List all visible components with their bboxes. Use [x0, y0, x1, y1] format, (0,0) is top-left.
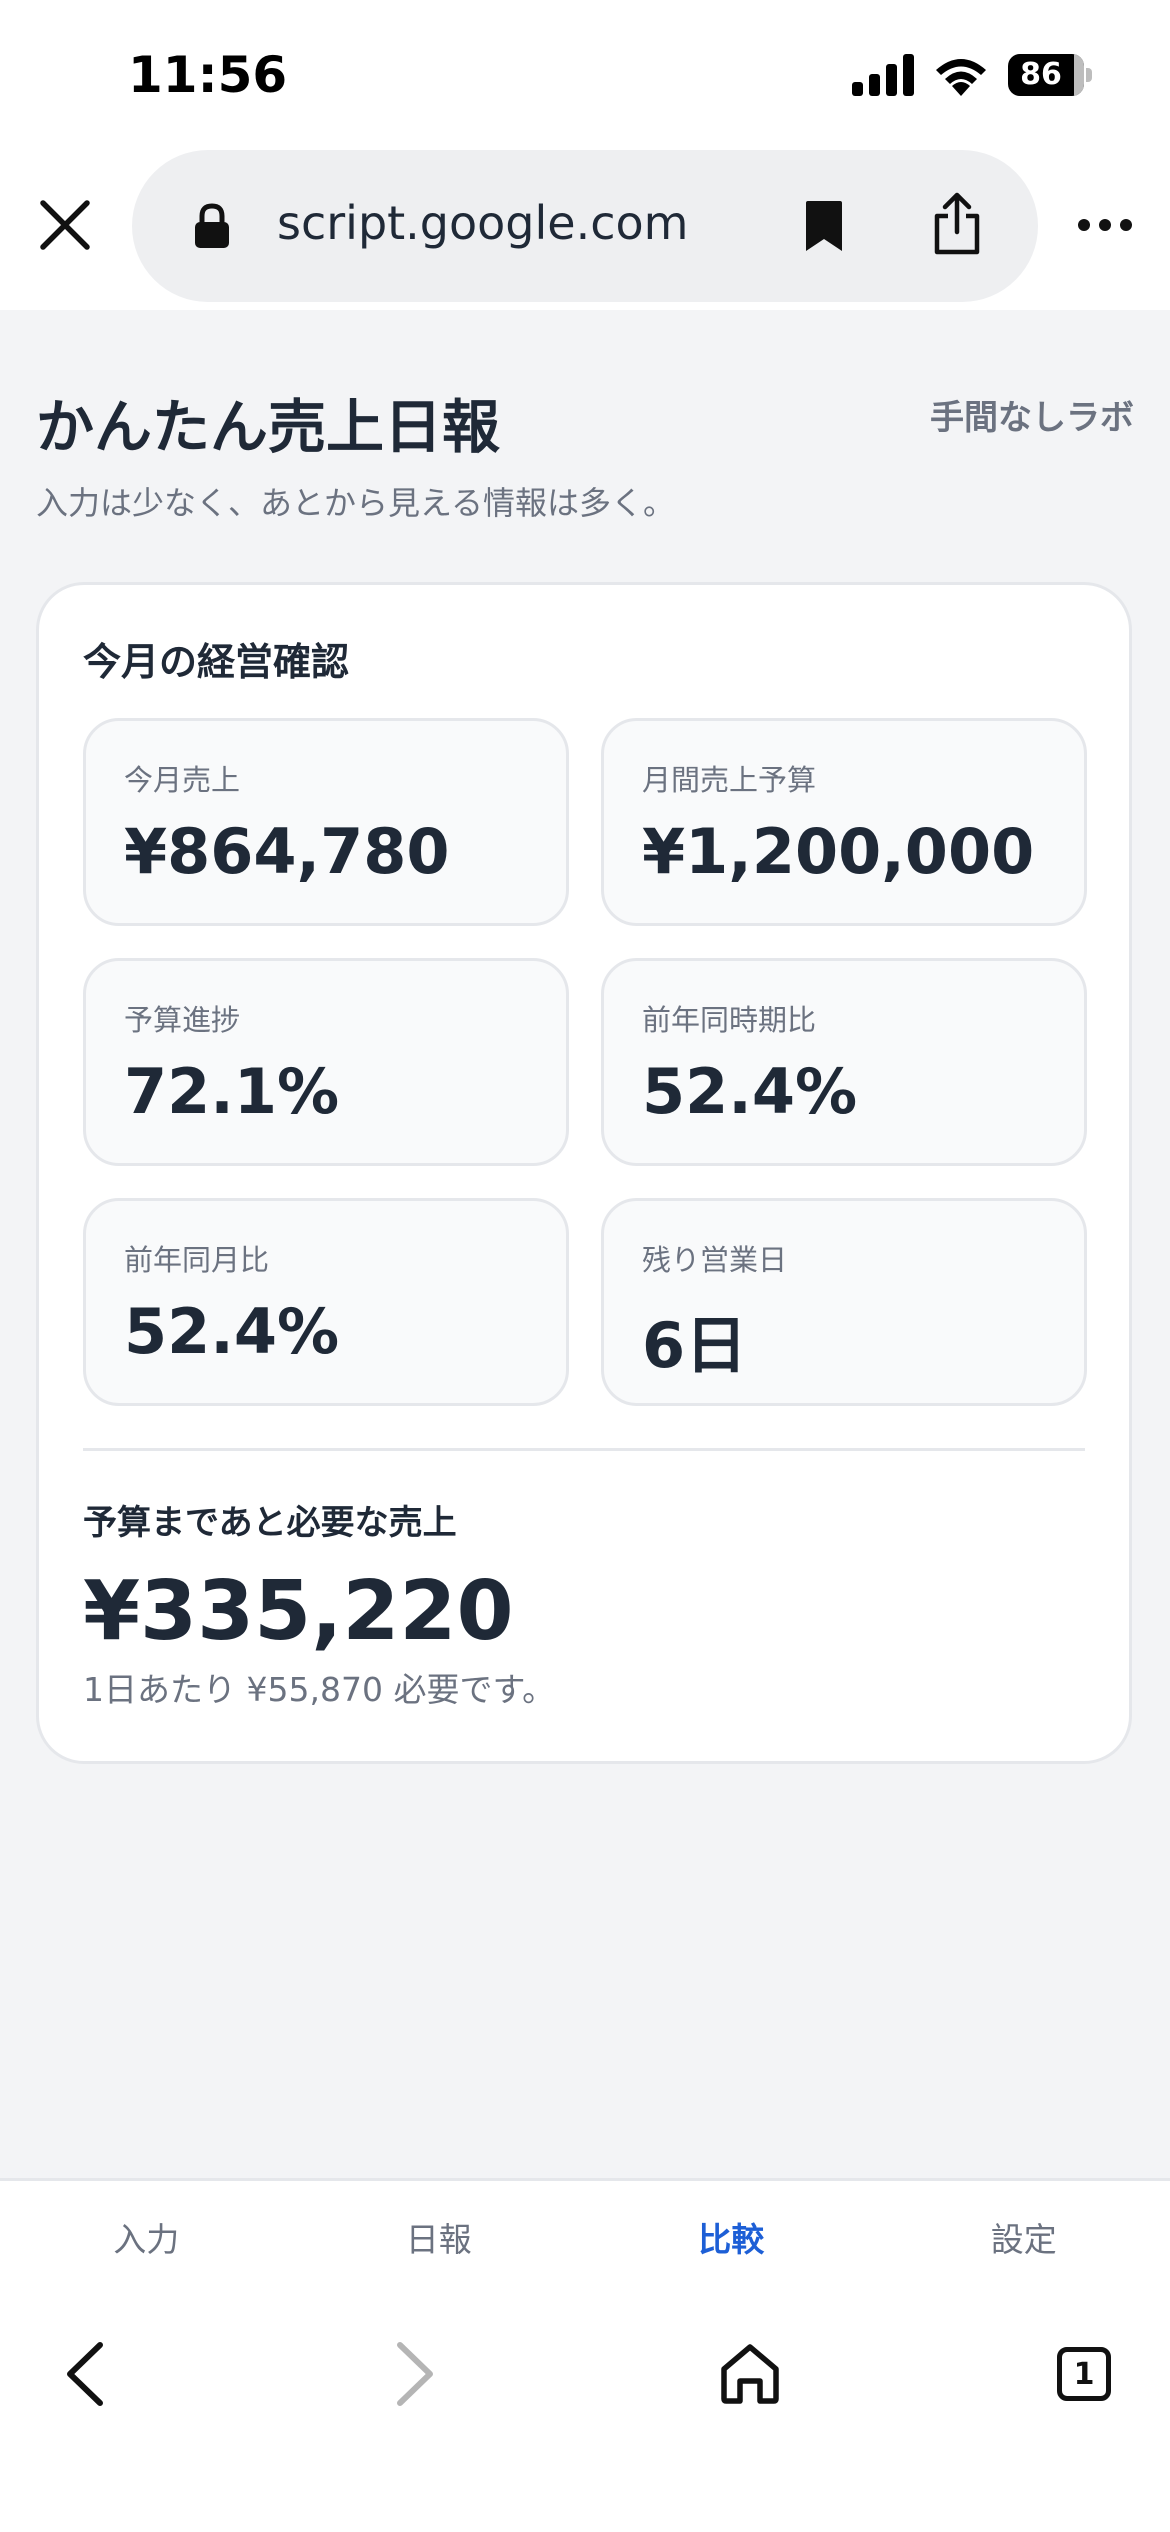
metric-value: ¥1,200,000 — [642, 815, 1035, 888]
metric-label: 月間売上予算 — [642, 763, 817, 797]
forward-icon — [397, 2342, 433, 2406]
status-time: 11:56 — [128, 46, 288, 104]
remaining-sales-value: ¥335,220 — [83, 1564, 514, 1659]
tabs-button[interactable]: 1 — [1036, 2326, 1132, 2422]
metric-grid: 今月売上 ¥864,780 月間売上予算 ¥1,200,000 予算進捗 72.… — [83, 718, 1087, 1406]
metric-monthly-budget: 月間売上予算 ¥1,200,000 — [601, 718, 1087, 926]
address-bar[interactable]: script.google.com — [132, 150, 1038, 302]
more-icon — [1078, 219, 1132, 231]
metric-value: 52.4% — [642, 1055, 858, 1128]
tab-input[interactable]: 入力 — [0, 2181, 293, 2293]
metric-budget-progress: 予算進捗 72.1% — [83, 958, 569, 1166]
metric-label: 前年同時期比 — [642, 1003, 817, 1037]
more-button[interactable] — [1070, 200, 1140, 250]
close-button[interactable] — [30, 190, 100, 260]
browser-bottom-bar: 1 — [0, 2290, 1170, 2532]
battery-body: 86 — [1008, 54, 1084, 96]
metric-label: 予算進捗 — [124, 1003, 241, 1037]
remaining-sales-label: 予算まであと必要な売上 — [83, 1503, 457, 1543]
home-icon — [721, 2344, 779, 2404]
bookmark-button[interactable] — [792, 194, 856, 258]
tab-daily-report[interactable]: 日報 — [293, 2181, 586, 2293]
lock-icon — [195, 203, 229, 248]
metric-monthly-sales: 今月売上 ¥864,780 — [83, 718, 569, 926]
battery-icon: 86 — [1008, 54, 1092, 96]
browser-toolbar: script.google.com — [0, 150, 1170, 310]
metric-label: 今月売上 — [124, 763, 241, 797]
metric-yoy-month: 前年同月比 52.4% — [83, 1198, 569, 1406]
monthly-summary-card: 今月の経営確認 今月売上 ¥864,780 月間売上予算 ¥1,200,000 … — [36, 582, 1132, 1764]
metric-label: 前年同月比 — [124, 1243, 270, 1277]
brand-label: 手間なしラボ — [930, 398, 1134, 438]
metric-remaining-days: 残り営業日 6日 — [601, 1198, 1087, 1406]
close-icon — [40, 200, 90, 250]
battery-level: 86 — [1020, 57, 1062, 92]
tabs-icon: 1 — [1057, 2347, 1111, 2401]
metric-value: 72.1% — [124, 1055, 340, 1128]
app-subtitle: 入力は少なく、あとから見える情報は多く。 — [36, 484, 676, 522]
share-button[interactable] — [922, 188, 992, 260]
metric-value: ¥864,780 — [124, 815, 450, 888]
share-icon — [934, 192, 980, 255]
status-bar: 11:56 86 — [0, 0, 1170, 150]
tab-settings[interactable]: 設定 — [878, 2181, 1170, 2293]
bookmark-icon — [806, 201, 842, 251]
divider — [83, 1448, 1085, 1451]
wifi-icon — [936, 59, 986, 96]
app-tab-bar: 入力 日報 比較 設定 — [0, 2178, 1170, 2293]
forward-button[interactable] — [368, 2326, 464, 2422]
metric-label: 残り営業日 — [642, 1243, 788, 1277]
signal-icon — [852, 54, 914, 96]
back-button[interactable] — [36, 2326, 132, 2422]
metric-yoy-same-period: 前年同時期比 52.4% — [601, 958, 1087, 1166]
tab-compare[interactable]: 比較 — [585, 2181, 878, 2293]
url-text: script.google.com — [277, 196, 689, 250]
card-title: 今月の経営確認 — [83, 640, 350, 684]
metric-value: 6日 — [642, 1309, 748, 1382]
metric-value: 52.4% — [124, 1295, 340, 1368]
daily-required-note: 1日あたり ¥55,870 必要です。 — [83, 1670, 556, 1709]
app-title: かんたん売上日報 — [36, 393, 501, 461]
back-icon — [67, 2342, 103, 2406]
home-button[interactable] — [702, 2326, 798, 2422]
